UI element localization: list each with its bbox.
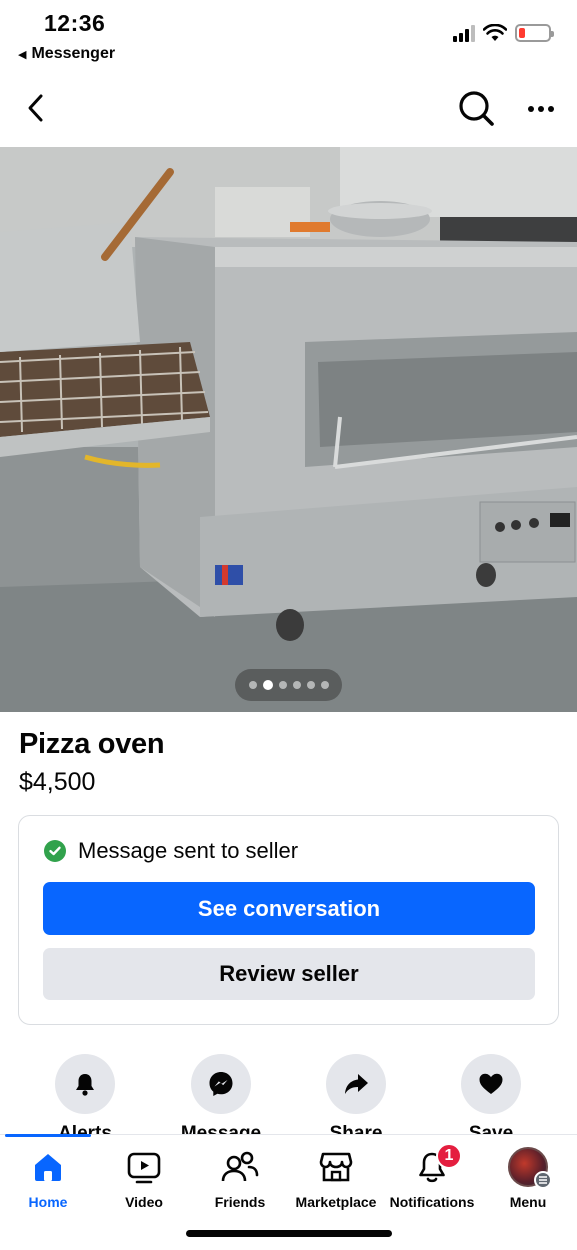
marketplace-icon <box>316 1147 356 1187</box>
review-seller-button[interactable]: Review seller <box>43 948 535 1000</box>
message-status: Message sent to seller <box>44 838 298 864</box>
carousel-dot-active <box>262 680 273 690</box>
cellular-signal-icon <box>453 24 475 42</box>
share-arrow-icon <box>326 1054 386 1114</box>
chevron-left-icon[interactable] <box>22 90 52 126</box>
save-action[interactable]: Save <box>431 1054 551 1134</box>
listing-price: $4,500 <box>19 768 96 796</box>
menu-avatar-wrapper <box>508 1147 552 1189</box>
tab-notifications-label: Notifications <box>389 1194 475 1210</box>
home-icon <box>28 1147 68 1187</box>
share-label: Share <box>329 1123 383 1134</box>
avatar-icon <box>508 1147 552 1189</box>
carousel-dot <box>248 681 257 689</box>
messenger-icon <box>191 1054 251 1114</box>
more-horizontal-icon[interactable] <box>524 94 558 124</box>
wifi-icon <box>483 24 507 41</box>
tab-marketplace-label: Marketplace <box>295 1194 377 1210</box>
battery-icon <box>515 24 554 42</box>
status-time: 12:36 <box>44 10 106 36</box>
message-sent-card: Message sent to seller See conversation … <box>18 815 559 1025</box>
share-action[interactable]: Share <box>296 1054 416 1134</box>
menu-lines-icon <box>534 1171 552 1189</box>
carousel-dot <box>320 681 329 689</box>
status-icons <box>453 24 554 42</box>
tab-home[interactable]: Home <box>0 1147 96 1210</box>
alerts-action[interactable]: Alerts <box>25 1054 145 1134</box>
message-label: Message <box>180 1123 262 1134</box>
video-icon <box>124 1147 164 1187</box>
home-indicator[interactable] <box>186 1230 392 1237</box>
listing-photo[interactable] <box>0 147 577 712</box>
friends-icon <box>220 1147 260 1187</box>
pizza-oven-image <box>0 147 577 712</box>
tab-friends[interactable]: Friends <box>192 1147 288 1210</box>
tab-marketplace[interactable]: Marketplace <box>288 1147 384 1210</box>
top-nav-bar <box>0 78 577 138</box>
listing-actions-row: Alerts Message Share Save <box>0 1054 577 1134</box>
bell-outline-icon: 1 <box>412 1143 462 1187</box>
carousel-dot <box>278 681 287 689</box>
tab-friends-label: Friends <box>214 1194 266 1210</box>
check-circle-icon <box>44 840 66 862</box>
tab-menu-label: Menu <box>509 1194 547 1210</box>
photo-carousel-indicator[interactable] <box>235 669 342 701</box>
tab-home-label: Home <box>28 1194 68 1210</box>
alerts-label: Alerts <box>58 1123 112 1134</box>
carousel-dot <box>306 681 315 689</box>
carousel-dot <box>292 681 301 689</box>
bell-icon <box>55 1054 115 1114</box>
tab-video-label: Video <box>125 1194 163 1210</box>
back-to-messenger-link[interactable]: ◀ Messenger <box>18 45 115 63</box>
tab-menu[interactable]: Menu <box>480 1147 576 1210</box>
message-action[interactable]: Message <box>161 1054 281 1134</box>
message-status-text: Message sent to seller <box>78 838 299 863</box>
tab-notifications[interactable]: 1 Notifications <box>384 1143 480 1210</box>
search-icon[interactable] <box>456 88 496 128</box>
notification-count-badge: 1 <box>436 1143 462 1169</box>
back-triangle-icon: ◀ <box>18 48 27 61</box>
see-conversation-button[interactable]: See conversation <box>43 882 535 935</box>
heart-icon <box>461 1054 521 1114</box>
tab-video[interactable]: Video <box>96 1147 192 1210</box>
back-app-label: Messenger <box>31 45 116 62</box>
status-bar: 12:36 ◀ Messenger <box>0 0 577 72</box>
listing-title: Pizza oven <box>19 728 165 760</box>
save-label: Save <box>468 1123 514 1134</box>
active-tab-indicator <box>5 1134 91 1137</box>
